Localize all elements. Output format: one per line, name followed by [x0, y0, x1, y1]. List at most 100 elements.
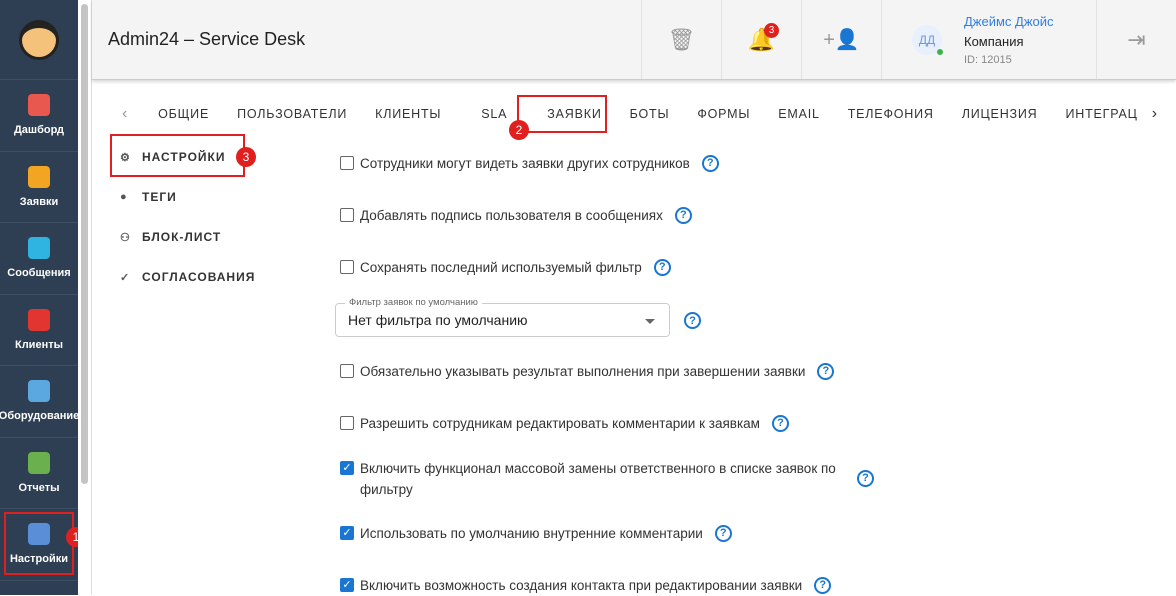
setting-row: Добавлять подпись пользователя в сообщен… [340, 205, 692, 226]
default-filter-select[interactable]: Фильтр заявок по умолчанию Нет фильтра п… [335, 297, 670, 337]
help-icon[interactable]: ? [714, 525, 732, 542]
avatar: ДД [912, 24, 943, 55]
help-icon[interactable]: ? [771, 415, 789, 432]
sidebar: Дашборд Заявки Сообщения Клиенты Оборудовани… [0, 0, 80, 595]
setting-label: Сотрудники могут видеть заявки других со… [360, 156, 690, 171]
page-title: Admin24 – Service Desk [108, 29, 306, 49]
setting-label: Разрешить сотрудникам редактировать комм… [360, 416, 760, 431]
setting-row: ✓ Использовать по умолчанию внутренние ко… [340, 523, 732, 544]
setting-row: Сохранять последний используемый фильтр? [340, 257, 671, 278]
setting-row: ✓ Включить возможность создания контакта … [340, 575, 832, 596]
sidebar-icon [28, 237, 50, 260]
sidebar-icon [28, 165, 50, 188]
checkbox[interactable] [340, 260, 354, 274]
subnav-item[interactable]: ✓ СОГЛАСОВАНИЯ [110, 270, 255, 284]
sidebar-icon [28, 380, 50, 403]
notification-count: 3 [764, 23, 779, 38]
default-filter-label: Фильтр заявок по умолчанию [345, 297, 482, 308]
tab[interactable]: ПОЛЬЗОВАТЕЛИ [223, 107, 361, 121]
annotation-badge: 3 [236, 147, 256, 167]
sidebar-icon [28, 451, 50, 474]
sidebar-item[interactable]: Клиенты [0, 295, 78, 366]
help-icon[interactable]: ? [701, 155, 719, 172]
dropdown-arrow-icon [645, 319, 655, 324]
avatar-logo[interactable] [0, 0, 78, 80]
tab[interactable]: ФОРМЫ [683, 107, 764, 121]
sidebar-item-label: Сообщения [7, 267, 71, 280]
subnav-label: БЛОК-ЛИСТ [142, 230, 222, 244]
highlight-box [4, 512, 74, 575]
subnav-item[interactable]: ● ТЕГИ [110, 190, 177, 204]
checkbox[interactable] [340, 416, 354, 430]
subnav-label: ТЕГИ [142, 190, 177, 204]
setting-label: Добавлять подпись пользователя в сообщен… [360, 208, 663, 223]
checkbox[interactable]: ✓ [340, 578, 354, 592]
subnav-label: СОГЛАСОВАНИЯ [142, 270, 256, 284]
company-name: Компания [964, 33, 1024, 49]
scrollbar-thumb[interactable] [81, 4, 88, 484]
highlight-box [110, 134, 245, 177]
tab[interactable]: ОБЩИЕ [144, 107, 223, 121]
sidebar-item-label: Заявки [19, 195, 59, 208]
add-user-button[interactable]: +👤 [801, 0, 881, 79]
avatar-face-icon [19, 19, 59, 60]
subnav-item[interactable]: ⚇ БЛОК-ЛИСТ [110, 230, 221, 244]
setting-label: Обязательно указывать результат выполнен… [360, 364, 806, 379]
trash-icon: 🗑 [667, 26, 696, 52]
help-icon[interactable]: ? [674, 207, 692, 224]
sidebar-item[interactable]: Заявки [0, 152, 78, 223]
setting-label: Включить функционал массовой замены отве… [360, 461, 836, 497]
trash-button[interactable]: 🗑 [641, 0, 721, 79]
checkbox[interactable] [340, 364, 354, 378]
sidebar-item[interactable]: Дашборд [0, 80, 78, 152]
tab[interactable]: ТЕЛЕФОНИЯ [834, 107, 948, 121]
user-id: ID: 12015 [964, 53, 1012, 66]
avatar-initials: ДД [918, 32, 936, 47]
sidebar-item[interactable]: Сообщения [0, 223, 78, 295]
subnav-icon: ✓ [120, 271, 131, 284]
checkbox[interactable]: ✓ [340, 461, 354, 475]
highlight-box [517, 95, 607, 133]
help-icon[interactable]: ? [817, 363, 835, 380]
setting-label: Включить возможность создания контакта п… [360, 578, 803, 593]
tabs-next-icon[interactable]: › [1152, 105, 1158, 123]
checkbox[interactable]: ✓ [340, 526, 354, 540]
setting-row: Сотрудники могут видеть заявки других со… [340, 153, 719, 174]
settings-tabs: ‹ ОБЩИЕ ПОЛЬЗОВАТЕЛИ КЛИЕНТЫ SLA ЗАЯВКИ БОТЫ Ф… [110, 96, 1158, 132]
add-user-icon: +👤 [823, 29, 860, 51]
sidebar-icon [28, 308, 50, 331]
tab[interactable]: ЛИЦЕНЗИЯ [948, 107, 1052, 121]
user-name[interactable]: Джеймс Джойс [964, 14, 1054, 29]
user-profile[interactable]: ДД Джеймс Джойс Компания ID: 12015 [881, 0, 1096, 79]
sidebar-item-label: Клиенты [14, 338, 63, 351]
sidebar-item[interactable]: Оборудование [0, 366, 80, 438]
tab[interactable]: КЛИЕНТЫ [361, 107, 455, 121]
setting-label: Использовать по умолчанию внутренние ком… [360, 526, 703, 541]
annotation-badge: 2 [509, 120, 529, 140]
tabs-prev-icon[interactable]: ‹ [110, 105, 144, 123]
help-icon[interactable]: ? [857, 470, 874, 487]
setting-row: Обязательно указывать результат выполнен… [340, 361, 835, 382]
notifications-button[interactable]: 🔔 3 [721, 0, 801, 79]
help-icon[interactable]: ? [814, 577, 832, 594]
tab[interactable]: ИНТЕГРАЦ [1051, 107, 1151, 121]
help-icon[interactable]: ? [684, 312, 701, 329]
default-filter-value: Нет фильтра по умолчанию [348, 312, 528, 328]
help-icon[interactable]: ? [653, 259, 671, 276]
sidebar-item-label: Отчеты [18, 481, 60, 494]
scrollbar[interactable] [78, 0, 92, 595]
online-status-icon [937, 48, 943, 55]
setting-row: Разрешить сотрудникам редактировать комм… [340, 413, 789, 434]
subnav-icon: ● [120, 191, 128, 203]
tab[interactable]: БОТЫ [616, 107, 684, 121]
checkbox[interactable] [340, 208, 354, 222]
logout-button[interactable]: ⇥ [1096, 0, 1176, 79]
setting-label: Сохранять последний используемый фильтр [360, 260, 642, 275]
tab[interactable]: EMAIL [764, 107, 834, 121]
sidebar-item-label: Дашборд [13, 124, 65, 137]
sidebar-item[interactable]: Отчеты [0, 438, 78, 509]
logout-icon: ⇥ [1127, 26, 1146, 52]
subnav-icon: ⚇ [120, 231, 131, 244]
checkbox[interactable] [340, 156, 354, 170]
sidebar-item-label: Оборудование [0, 410, 80, 423]
